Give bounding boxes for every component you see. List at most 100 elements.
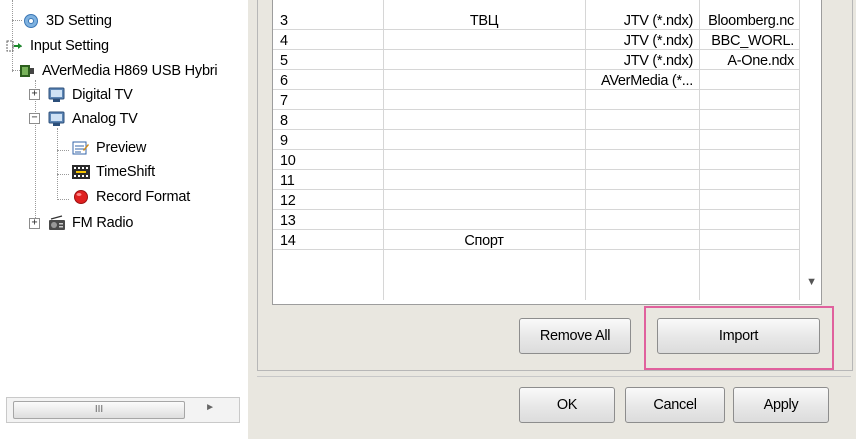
- timeshift-icon: [72, 164, 90, 180]
- channel-name-cell[interactable]: [385, 71, 583, 89]
- channel-name-cell[interactable]: Спорт: [385, 231, 583, 249]
- row-number-cell[interactable]: 12: [280, 191, 380, 209]
- channel-grid[interactable]: 3 ТВЦ JTV (*.ndx) Bloomberg.nc 4 JTV (*.ndx) B…: [272, 0, 822, 305]
- tree-connector: [35, 80, 36, 226]
- row-number-cell[interactable]: 9: [280, 131, 380, 149]
- row-number-cell[interactable]: 7: [280, 91, 380, 109]
- import-button[interactable]: Import: [657, 318, 820, 354]
- table-row[interactable]: 13: [273, 211, 800, 230]
- row-number-cell[interactable]: 3: [280, 11, 380, 29]
- preview-icon: [72, 140, 90, 156]
- cancel-button[interactable]: Cancel: [625, 387, 725, 423]
- epg-file-cell[interactable]: A-One.ndx: [701, 51, 796, 69]
- tree-connector: [57, 174, 69, 175]
- tree-item-label: 3D Setting: [46, 13, 112, 29]
- epg-file-cell[interactable]: BBC_WORL.: [701, 31, 796, 49]
- channel-name-cell[interactable]: [385, 211, 583, 229]
- ok-button[interactable]: OK: [519, 387, 615, 423]
- epg-format-cell[interactable]: JTV (*.ndx): [587, 11, 697, 29]
- tree-item-label: TimeShift: [96, 164, 155, 180]
- channel-name-cell[interactable]: [385, 111, 583, 129]
- settings-tree: 3D Setting Input Setting AVerMedia H869 …: [0, 0, 248, 439]
- tree-item-label: Analog TV: [72, 111, 138, 127]
- tree-item-input-setting[interactable]: Input Setting: [6, 35, 109, 57]
- row-number-cell[interactable]: 13: [280, 211, 380, 229]
- channel-name-cell[interactable]: ТВЦ: [385, 11, 583, 29]
- tree-horizontal-scrollbar[interactable]: III ►: [6, 397, 240, 423]
- epg-file-cell[interactable]: [701, 231, 796, 249]
- epg-file-cell[interactable]: [701, 211, 796, 229]
- channel-name-cell[interactable]: [385, 91, 583, 109]
- epg-format-cell[interactable]: JTV (*.ndx): [587, 51, 697, 69]
- table-row[interactable]: 3 ТВЦ JTV (*.ndx) Bloomberg.nc: [273, 11, 800, 30]
- table-row[interactable]: 7: [273, 91, 800, 110]
- epg-format-cell[interactable]: JTV (*.ndx): [587, 31, 697, 49]
- scroll-right-arrow-icon[interactable]: ►: [205, 402, 215, 413]
- epg-file-cell[interactable]: [701, 131, 796, 149]
- apply-button[interactable]: Apply: [733, 387, 829, 423]
- channel-name-cell[interactable]: [385, 151, 583, 169]
- epg-file-cell[interactable]: [701, 71, 796, 89]
- epg-file-cell[interactable]: [701, 171, 796, 189]
- epg-file-cell[interactable]: [701, 91, 796, 109]
- tree-item-3d-setting[interactable]: 3D Setting: [22, 10, 112, 32]
- grid-vertical-scrollbar[interactable]: ▼: [801, 0, 821, 304]
- tree-item-record-format[interactable]: Record Format: [72, 186, 190, 208]
- row-number-cell[interactable]: 11: [280, 171, 380, 189]
- epg-format-cell[interactable]: [587, 191, 697, 209]
- epg-file-cell[interactable]: [701, 191, 796, 209]
- epg-format-cell[interactable]: [587, 151, 697, 169]
- channel-name-cell[interactable]: [385, 51, 583, 69]
- row-number-cell[interactable]: 10: [280, 151, 380, 169]
- table-row[interactable]: 12: [273, 191, 800, 210]
- table-row[interactable]: 6 AVerMedia (*...: [273, 71, 800, 90]
- row-number-cell[interactable]: 5: [280, 51, 380, 69]
- row-number-cell[interactable]: 14: [280, 231, 380, 249]
- epg-format-cell[interactable]: [587, 231, 697, 249]
- tree-item-digital-tv[interactable]: Digital TV: [48, 84, 133, 106]
- epg-format-cell[interactable]: [587, 211, 697, 229]
- row-number-cell[interactable]: 8: [280, 111, 380, 129]
- epg-format-cell[interactable]: [587, 111, 697, 129]
- table-row[interactable]: 5 JTV (*.ndx) A-One.ndx: [273, 51, 800, 70]
- epg-file-cell[interactable]: [701, 151, 796, 169]
- epg-format-cell[interactable]: [587, 131, 697, 149]
- tree-item-label: Preview: [96, 140, 147, 156]
- channel-name-cell[interactable]: [385, 191, 583, 209]
- input-icon: [6, 38, 24, 54]
- tree-item-analog-tv[interactable]: Analog TV: [48, 108, 138, 130]
- table-row[interactable]: 9: [273, 131, 800, 150]
- tree-item-preview[interactable]: Preview: [72, 137, 146, 159]
- channel-name-cell[interactable]: [385, 171, 583, 189]
- table-row[interactable]: 11: [273, 171, 800, 190]
- scroll-down-arrow-icon[interactable]: ▼: [806, 276, 817, 288]
- channel-name-cell[interactable]: [385, 131, 583, 149]
- tree-item-avermedia-device[interactable]: AVerMedia H869 USB Hybri: [18, 60, 218, 82]
- table-row[interactable]: 4 JTV (*.ndx) BBC_WORL.: [273, 31, 800, 50]
- tree-connector: [57, 150, 69, 151]
- epg-format-cell[interactable]: [587, 91, 697, 109]
- row-number-cell[interactable]: 4: [280, 31, 380, 49]
- tree-item-fm-radio[interactable]: FM Radio: [48, 212, 133, 234]
- tree-item-label: FM Radio: [72, 215, 134, 231]
- epg-file-cell[interactable]: [701, 111, 796, 129]
- expand-icon[interactable]: +: [29, 218, 40, 229]
- record-icon: [72, 189, 90, 205]
- epg-format-cell[interactable]: [587, 171, 697, 189]
- tree-item-label: AVerMedia H869 USB Hybri: [42, 63, 218, 79]
- expand-icon[interactable]: +: [29, 89, 40, 100]
- tree-item-label: Digital TV: [72, 87, 133, 103]
- table-row[interactable]: 8: [273, 111, 800, 130]
- row-number-cell[interactable]: 6: [280, 71, 380, 89]
- channel-icon: [48, 87, 66, 103]
- tree-item-timeshift[interactable]: TimeShift: [72, 161, 155, 183]
- epg-format-cell[interactable]: AVerMedia (*...: [587, 71, 697, 89]
- channel-icon: [48, 111, 66, 127]
- scrollbar-thumb[interactable]: III: [13, 401, 185, 419]
- table-row[interactable]: 10: [273, 151, 800, 170]
- epg-file-cell[interactable]: Bloomberg.nc: [701, 11, 796, 29]
- remove-all-button[interactable]: Remove All: [519, 318, 631, 354]
- channel-name-cell[interactable]: [385, 31, 583, 49]
- collapse-icon[interactable]: −: [29, 113, 40, 124]
- table-row[interactable]: 14 Спорт: [273, 231, 800, 250]
